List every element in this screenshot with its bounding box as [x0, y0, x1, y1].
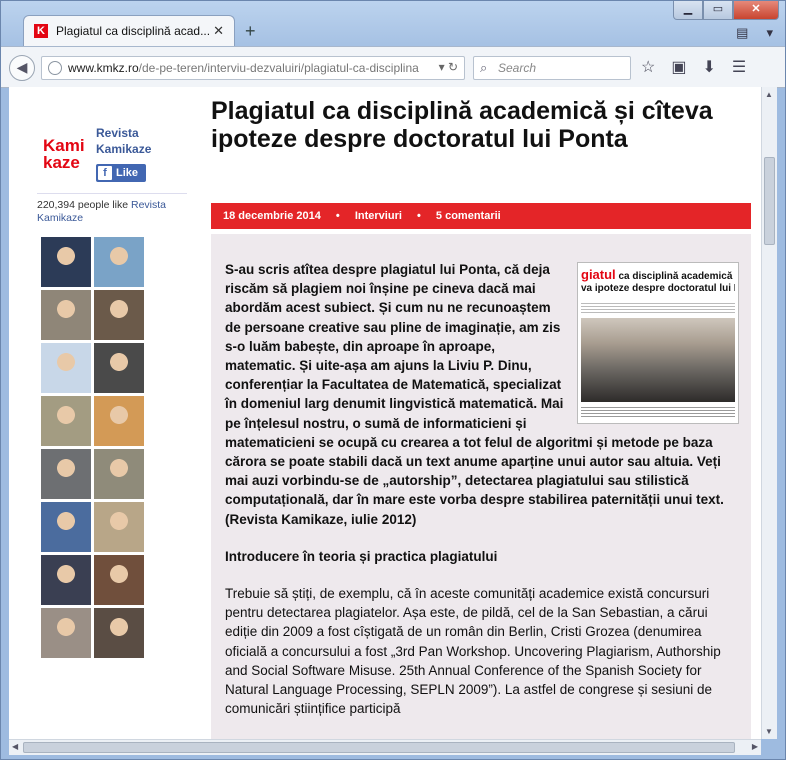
fan-avatar[interactable]	[41, 608, 91, 658]
fan-avatar[interactable]	[41, 237, 91, 287]
fan-avatar[interactable]	[94, 343, 144, 393]
search-input[interactable]: ⌕ Search	[473, 56, 631, 80]
facebook-page-name[interactable]: Revista Kamikaze	[96, 125, 186, 157]
fan-avatar[interactable]	[41, 290, 91, 340]
separator-dot: •	[335, 210, 340, 222]
kamikaze-favicon-icon: K	[34, 24, 48, 38]
fan-avatar[interactable]	[94, 608, 144, 658]
vertical-scrollbar[interactable]: ▲ ▼	[761, 87, 777, 739]
scroll-up-icon[interactable]: ▲	[765, 90, 773, 99]
tab-groups-icon[interactable]: ▤	[736, 25, 748, 41]
fan-avatar[interactable]	[94, 237, 144, 287]
article-body: giatul ca disciplină academică va ipotez…	[211, 234, 751, 739]
facebook-like-button[interactable]: f Like	[96, 164, 146, 182]
image-caption-lines	[581, 405, 735, 419]
horizontal-scroll-thumb[interactable]	[23, 742, 735, 753]
minimize-icon[interactable]: ▁	[673, 1, 703, 20]
divider	[37, 193, 187, 194]
url-bar[interactable]: www.kmkz.ro/de-pe-teren/interviu-dezvalu…	[41, 56, 465, 80]
browser-tab[interactable]: K Plagiatul ca disciplină acad... ✕	[23, 15, 235, 47]
url-domain: www.kmkz.ro	[68, 61, 139, 75]
scroll-left-icon[interactable]: ◀	[12, 742, 18, 751]
image-headline-rest: ca disciplină academică	[615, 271, 733, 282]
article-category-link[interactable]: Interviuri	[355, 210, 402, 222]
fan-avatar[interactable]	[94, 502, 144, 552]
fan-avatar[interactable]	[41, 396, 91, 446]
url-path: /de-pe-teren/interviu-dezvaluiri/plagiat…	[138, 61, 419, 75]
facebook-widget: Kami kaze Revista Kamikaze f Like 220,394…	[9, 87, 194, 739]
download-icon[interactable]: ⬇	[702, 57, 715, 77]
likes-count-text: 220,394 people like	[37, 199, 129, 211]
nav-toolbar: ◀ www.kmkz.ro/de-pe-teren/interviu-dezva…	[1, 46, 785, 88]
fan-avatar[interactable]	[94, 449, 144, 499]
close-window-icon[interactable]: ✕	[733, 1, 779, 20]
fan-avatar[interactable]	[94, 555, 144, 605]
reading-list-icon[interactable]: ▣	[671, 57, 686, 77]
like-label: Like	[116, 167, 139, 179]
back-arrow-icon[interactable]: ◀	[9, 55, 35, 81]
facebook-icon: f	[98, 166, 112, 180]
image-headline: giatul ca disciplină academică va ipotez…	[581, 269, 735, 295]
fan-avatar[interactable]	[41, 449, 91, 499]
bookmark-star-icon[interactable]: ☆	[641, 57, 655, 77]
article-text: giatul ca disciplină academică va ipotez…	[225, 260, 739, 718]
fan-avatar[interactable]	[41, 343, 91, 393]
list-all-tabs-icon[interactable]: ▾	[766, 25, 773, 41]
article-comments-link[interactable]: 5 comentarii	[436, 210, 501, 222]
separator-dot: •	[416, 210, 421, 222]
image-headline-line2: va ipoteze despre doctoratul lui Po	[581, 283, 735, 294]
menu-icon[interactable]: ☰	[732, 57, 746, 77]
scroll-down-icon[interactable]: ▼	[765, 727, 773, 736]
kamikaze-logo[interactable]: Kami kaze	[43, 137, 91, 171]
search-icon: ⌕	[480, 60, 488, 75]
url-actions: ▾ ↻	[439, 60, 458, 74]
tab-tools: ▤ ▾	[736, 25, 773, 41]
new-tab-icon[interactable]: +	[245, 21, 256, 42]
fan-faces-grid	[41, 237, 145, 658]
globe-icon[interactable]	[48, 61, 62, 75]
article-subheading: Introducere în teoria și practica plagia…	[225, 548, 498, 564]
article-date: 18 decembrie 2014	[223, 210, 321, 222]
group-photo	[581, 318, 735, 402]
title-bar: K Plagiatul ca disciplină acad... ✕ + ▁ …	[1, 1, 785, 47]
article-image[interactable]: giatul ca disciplină academică va ipotez…	[577, 262, 739, 424]
close-tab-icon[interactable]: ✕	[213, 23, 224, 39]
image-text-lines	[581, 301, 735, 315]
window-controls: ▁ ▭ ✕	[673, 1, 779, 21]
horizontal-scrollbar[interactable]: ◀ ▶	[9, 739, 761, 755]
maximize-icon[interactable]: ▭	[703, 1, 733, 20]
scroll-right-icon[interactable]: ▶	[752, 742, 758, 751]
logo-line-2: kaze	[43, 153, 80, 172]
fan-avatar[interactable]	[94, 396, 144, 446]
dropdown-icon[interactable]: ▾	[439, 60, 445, 74]
web-page: Kami kaze Revista Kamikaze f Like 220,394…	[9, 87, 761, 739]
fan-avatar[interactable]	[41, 502, 91, 552]
logo-line-1: Kami	[43, 136, 85, 155]
toolbar-icons: ☆ ▣ ⬇ ☰	[641, 57, 746, 77]
article-paragraph: Trebuie să știți, de exemplu, că în aces…	[225, 586, 721, 717]
reload-icon[interactable]: ↻	[448, 60, 458, 74]
article-title: Plagiatul ca disciplină academică și cît…	[211, 97, 713, 153]
browser-window: K Plagiatul ca disciplină acad... ✕ + ▁ …	[0, 0, 786, 760]
article-meta-bar: 18 decembrie 2014 • Interviuri • 5 comen…	[211, 203, 751, 229]
image-headline-red: giatul	[581, 269, 616, 282]
tab-title: Plagiatul ca disciplină acad...	[56, 24, 211, 38]
fan-avatar[interactable]	[41, 555, 91, 605]
url-text[interactable]: www.kmkz.ro/de-pe-teren/interviu-dezvalu…	[68, 61, 430, 75]
fan-avatar[interactable]	[94, 290, 144, 340]
search-placeholder: Search	[498, 61, 537, 75]
likes-count: 220,394 people like Revista Kamikaze	[37, 199, 187, 225]
vertical-scroll-thumb[interactable]	[764, 157, 775, 245]
